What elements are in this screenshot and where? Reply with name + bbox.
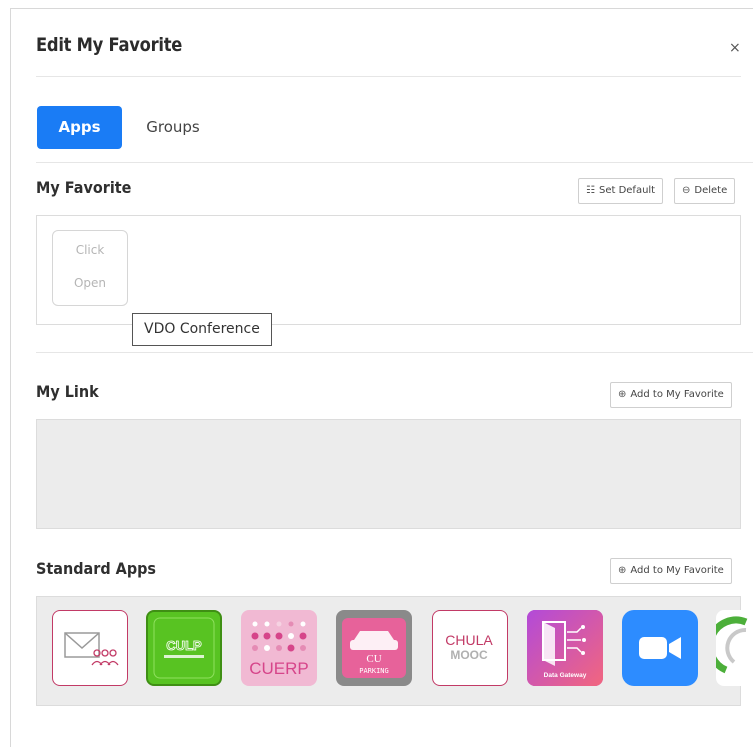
data-gateway-text: Data Gateway xyxy=(544,672,587,679)
add-link-label: Add to My Favorite xyxy=(630,389,724,400)
my-link-area xyxy=(36,419,741,529)
tabs-divider xyxy=(36,162,753,163)
mooc-text: MOOC xyxy=(450,648,488,662)
cu-lead-player-text: CULP xyxy=(166,638,202,653)
data-gateway-icon[interactable]: Data Gateway xyxy=(527,610,603,686)
tab-apps[interactable]: Apps xyxy=(37,106,122,149)
my-link-title: My Link xyxy=(36,382,99,401)
empty-favorite-slot[interactable]: Click Open xyxy=(52,230,128,306)
add-link-to-favorite-button[interactable]: ⊕ Add to My Favorite xyxy=(610,382,732,408)
close-icon[interactable]: × xyxy=(729,40,741,56)
mail-group-icon[interactable] xyxy=(52,610,128,686)
plus-circle-icon: ⊕ xyxy=(618,565,627,576)
partial-app-icon[interactable] xyxy=(716,610,753,686)
cu-parking-text-1: CU xyxy=(366,653,381,665)
favorite-apps-area xyxy=(36,215,741,325)
set-default-button[interactable]: ☷ Set Default xyxy=(578,178,664,204)
zoom-icon[interactable] xyxy=(622,610,698,686)
placeholder-line-1: Click xyxy=(75,243,105,257)
cu-lead-player-icon[interactable]: CULP xyxy=(146,610,222,686)
set-default-label: Set Default xyxy=(598,185,656,196)
placeholder-line-2: Open xyxy=(73,276,107,290)
cu-parking-text-2: PARKING xyxy=(359,667,389,675)
chula-text: CHULA xyxy=(445,632,493,648)
dialog-title: Edit My Favorite xyxy=(36,34,183,56)
my-favorite-title: My Favorite xyxy=(36,178,132,197)
standard-apps-title: Standard Apps xyxy=(36,559,157,578)
tab-groups[interactable]: Groups xyxy=(130,106,216,149)
add-app-label: Add to My Favorite xyxy=(630,565,724,576)
cu-parking-icon[interactable]: CU PARKING xyxy=(336,610,412,686)
chula-mooc-icon[interactable]: CHULA MOOC xyxy=(432,610,508,686)
tooltip: VDO Conference xyxy=(132,313,272,346)
cuerp-text: CUERP xyxy=(249,659,309,678)
delete-label: Delete xyxy=(694,185,728,196)
cuerp-icon[interactable]: CUERP xyxy=(241,610,317,686)
minus-circle-icon: ⊖ xyxy=(682,185,691,196)
favorite-divider xyxy=(36,352,753,353)
title-divider xyxy=(36,76,741,77)
add-app-to-favorite-button[interactable]: ⊕ Add to My Favorite xyxy=(610,558,732,584)
delete-button[interactable]: ⊖ Delete xyxy=(674,178,736,204)
grid-icon: ☷ xyxy=(586,185,595,196)
plus-circle-icon: ⊕ xyxy=(618,389,627,400)
